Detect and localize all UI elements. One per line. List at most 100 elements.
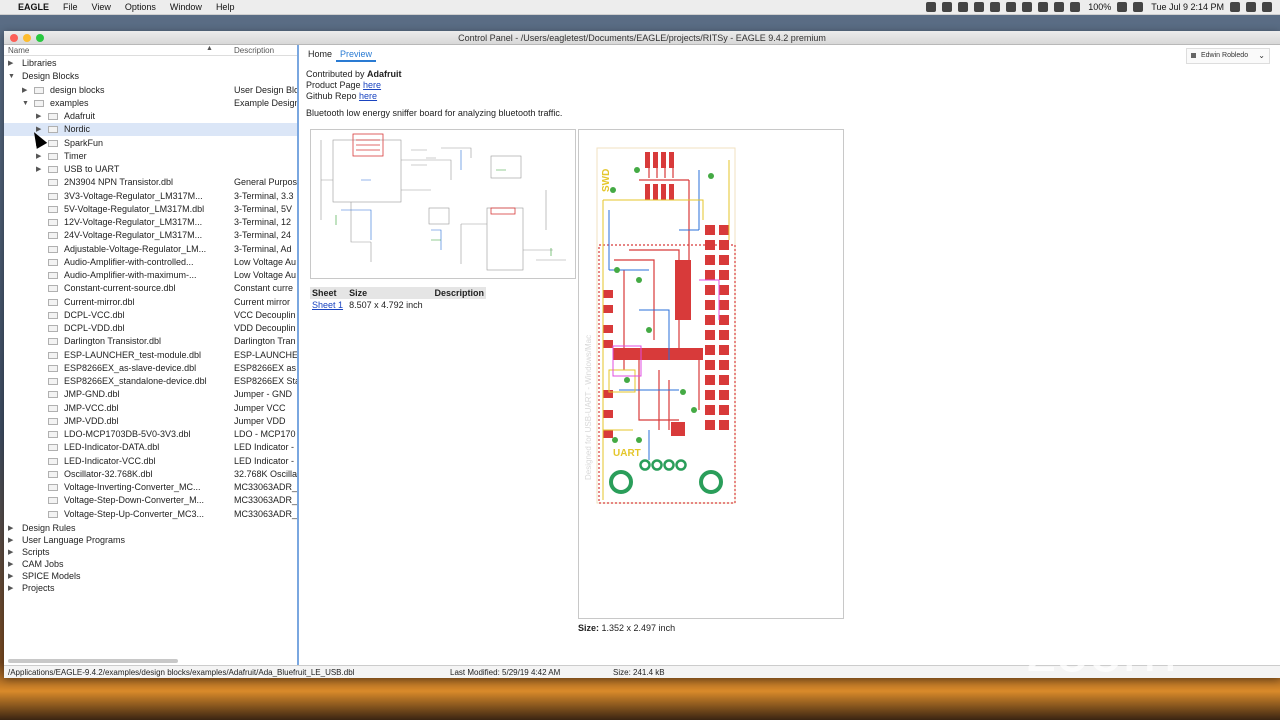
tree-row[interactable]: ESP8266EX_standalone-device.dbl ESP8266EX… [4, 375, 297, 388]
control-panel-window: Control Panel - /Users/eagletest/Documen… [4, 31, 1280, 678]
tree-row-description: Jumper VDD [234, 415, 286, 426]
github-link[interactable]: here [359, 91, 377, 101]
menu-view[interactable]: View [92, 2, 111, 12]
tree-row[interactable]: ▶ SparkFun [4, 137, 297, 150]
maximize-window-button[interactable] [36, 34, 44, 42]
disclosure-expanded-icon[interactable]: ▼ [8, 70, 15, 83]
menu-options[interactable]: Options [125, 2, 156, 12]
tree-row[interactable]: Voltage-Inverting-Converter_MC... MC33063… [4, 481, 297, 494]
flag-icon[interactable] [1133, 2, 1144, 12]
tree-row[interactable]: ESP8266EX_as-slave-device.dbl ESP8266EX a… [4, 362, 297, 375]
bluetooth-icon[interactable] [1038, 2, 1049, 12]
menu-file[interactable]: File [63, 2, 78, 12]
tree-row[interactable]: ▶ USB to UART [4, 163, 297, 176]
tree-row[interactable]: JMP-GND.dbl Jumper - GND [4, 388, 297, 401]
disclosure-collapsed-icon[interactable]: ▶ [8, 582, 13, 595]
description-column-header: Description [429, 287, 486, 299]
product-page-link[interactable]: here [363, 80, 381, 90]
sheet-link[interactable]: Sheet 1 [312, 300, 343, 310]
record-status-icon[interactable] [942, 2, 953, 12]
eject-status-icon[interactable] [974, 2, 985, 12]
tree-row[interactable]: Current-mirror.dbl Current mirror [4, 296, 297, 309]
window-titlebar[interactable]: Control Panel - /Users/eagletest/Documen… [4, 31, 1280, 45]
tree-row[interactable]: Audio-Amplifier-with-controlled... Low Vo… [4, 256, 297, 269]
disclosure-collapsed-icon[interactable]: ▶ [36, 110, 41, 123]
tree-row-description: 3-Terminal, 5V [234, 203, 293, 214]
disclosure-collapsed-icon[interactable]: ▶ [36, 150, 41, 163]
tree-row[interactable]: 12V-Voltage-Regulator_LM317M... 3-Termina… [4, 216, 297, 229]
column-header-description[interactable]: Description [234, 46, 274, 55]
tree-row[interactable]: ▶ Nordic [4, 123, 297, 137]
tree-row[interactable]: Oscillator-32.768K.dbl 32.768K Oscilla [4, 468, 297, 481]
clipboard-status-icon[interactable] [990, 2, 1001, 12]
tree-row[interactable]: LED-Indicator-VCC.dbl LED Indicator - [4, 455, 297, 468]
tree-row[interactable]: ▶ Libraries [4, 57, 297, 70]
tree-row-description: 32.768K Oscilla [234, 468, 297, 479]
siri-icon[interactable] [1246, 2, 1256, 12]
tree-row[interactable]: 3V3-Voltage-Regulator_LM317M... 3-Termina… [4, 190, 297, 203]
tree-row-label: Projects [22, 582, 55, 593]
tree-row[interactable]: Voltage-Step-Down-Converter_M... MC33063A… [4, 494, 297, 507]
tree-row[interactable]: Constant-current-source.dbl Constant curr… [4, 282, 297, 295]
tree-row-label: design blocks [50, 84, 105, 95]
tree-row[interactable]: ▼ Design Blocks [4, 70, 297, 83]
tree-row-label: Design Blocks [22, 71, 80, 82]
menu-app[interactable]: EAGLE [18, 2, 49, 12]
user-status-icon[interactable] [958, 2, 969, 12]
tree-row-label: USB to UART [64, 164, 120, 174]
tree-row[interactable]: JMP-VDD.dbl Jumper VDD [4, 415, 297, 428]
column-header-name[interactable]: Name [8, 46, 29, 55]
wifi-icon[interactable] [1054, 2, 1065, 12]
schematic-preview[interactable] [310, 129, 576, 279]
menu-window[interactable]: Window [170, 2, 202, 12]
time-machine-icon[interactable] [1022, 2, 1033, 12]
tree-row[interactable]: ▶ Timer [4, 150, 297, 163]
tab-home[interactable]: Home [304, 47, 336, 62]
disclosure-expanded-icon[interactable]: ▼ [22, 97, 29, 110]
tree-row-label: LED-Indicator-DATA.dbl [64, 442, 160, 453]
close-window-button[interactable] [10, 34, 18, 42]
tree-row[interactable]: Audio-Amplifier-with-maximum-... Low Volt… [4, 269, 297, 282]
file-icon [48, 364, 58, 372]
sheet-cell[interactable]: Sheet 1 [310, 299, 347, 311]
battery-level[interactable]: 100% [1088, 2, 1111, 12]
battery-icon[interactable] [1117, 2, 1128, 12]
tree-row[interactable]: 5V-Voltage-Regulator_LM317M.dbl 3-Termina… [4, 203, 297, 216]
tree-row[interactable]: Voltage-Step-Up-Converter_MC3... MC33063A… [4, 508, 297, 521]
tree-row[interactable]: LED-Indicator-DATA.dbl LED Indicator - [4, 441, 297, 454]
tree-row[interactable]: ESP-LAUNCHER_test-module.dbl ESP-LAUNCHER [4, 349, 297, 362]
tree-row[interactable]: 24V-Voltage-Regulator_LM317M... 3-Termina… [4, 229, 297, 242]
tree-row[interactable]: ▶ design blocks User Design Blo [4, 84, 297, 97]
disclosure-collapsed-icon[interactable]: ▶ [22, 84, 27, 97]
tree-row[interactable]: 2N3904 NPN Transistor.dbl General Purpos [4, 176, 297, 189]
tree-row[interactable]: DCPL-VDD.dbl VDD Decouplin [4, 322, 297, 335]
tree-row[interactable]: JMP-VCC.dbl Jumper VCC [4, 402, 297, 415]
tree-row-label: 5V-Voltage-Regulator_LM317M.dbl [64, 203, 205, 214]
tree-row[interactable]: ▶ Adafruit [4, 110, 297, 123]
spotlight-search-icon[interactable] [1230, 2, 1240, 12]
tree-row-description: MC33063ADR_ [234, 482, 297, 492]
notification-center-icon[interactable] [1262, 2, 1272, 12]
tree-horizontal-scrollbar[interactable] [8, 659, 178, 663]
sync-status-icon[interactable] [1006, 2, 1017, 12]
minimize-window-button[interactable] [23, 34, 31, 42]
zoom-status-icon[interactable] [926, 2, 937, 12]
volume-icon[interactable] [1070, 2, 1081, 12]
tree-row[interactable]: Adjustable-Voltage-Regulator_LM... 3-Term… [4, 243, 297, 256]
disclosure-collapsed-icon[interactable]: ▶ [8, 57, 13, 70]
user-account-dropdown[interactable]: Edwin Robledo ⌄ [1186, 48, 1270, 64]
product-page-line: Product Page here [306, 80, 1276, 91]
tree-row[interactable]: DCPL-VCC.dbl VCC Decouplin [4, 309, 297, 322]
tree-row[interactable]: ▶ Projects [4, 582, 297, 595]
tab-preview[interactable]: Preview [336, 47, 377, 62]
sort-ascending-icon[interactable]: ▲ [206, 45, 213, 52]
board-preview[interactable]: SWD UART Designed for USB-UART - Windows… [578, 129, 844, 619]
tree-row[interactable]: ▼ examples Example Design [4, 97, 297, 110]
menu-help[interactable]: Help [216, 2, 235, 12]
tree-row[interactable]: Darlington Transistor.dbl Darlington Tran [4, 335, 297, 348]
tree-row[interactable]: LDO-MCP1703DB-5V0-3V3.dbl LDO - MCP170 [4, 428, 297, 441]
tree-row-label: 12V-Voltage-Regulator_LM317M... [64, 217, 203, 227]
disclosure-collapsed-icon[interactable]: ▶ [36, 163, 41, 176]
tree-row-description: LDO - MCP170 [234, 429, 296, 439]
clock[interactable]: Tue Jul 9 2:14 PM [1151, 2, 1224, 12]
